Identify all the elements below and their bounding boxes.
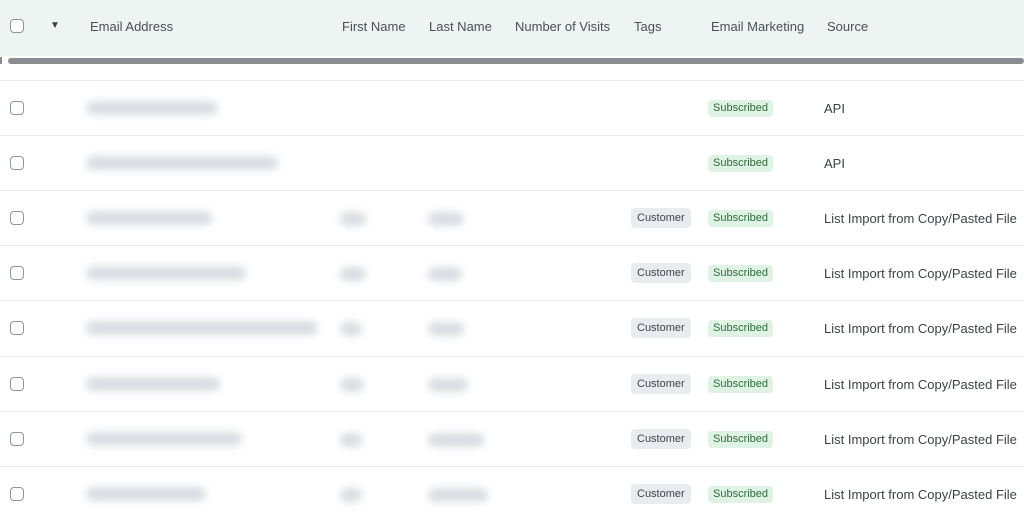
status-badge: Subscribed	[708, 265, 774, 282]
redacted-email	[86, 321, 318, 335]
row-checkbox[interactable]	[10, 266, 24, 280]
row-checkbox[interactable]	[10, 487, 24, 501]
status-badge: Subscribed	[708, 100, 774, 117]
column-header-email[interactable]: Email Address	[90, 19, 173, 34]
row-checkbox[interactable]	[10, 432, 24, 446]
table-row[interactable]: Customer Subscribed List Import from Cop…	[0, 356, 1024, 412]
status-badge: Subscribed	[708, 155, 774, 172]
table-header: ▼ Email Address First Name Last Name Num…	[0, 0, 1024, 56]
source-text: List Import from Copy/Pasted File	[824, 321, 1017, 336]
status-badge: Subscribed	[708, 376, 774, 393]
redacted-last-name	[428, 378, 468, 392]
tag-chip: Customer	[631, 263, 691, 283]
tag-chip: Customer	[631, 484, 691, 504]
redacted-last-name	[428, 322, 464, 336]
redacted-first-name	[340, 322, 362, 336]
column-header-email-marketing[interactable]: Email Marketing	[711, 19, 804, 34]
table-row[interactable]: Subscribed API	[0, 135, 1024, 191]
source-text: List Import from Copy/Pasted File	[824, 211, 1017, 226]
redacted-last-name	[428, 488, 488, 502]
source-text: List Import from Copy/Pasted File	[824, 266, 1017, 281]
redacted-first-name	[340, 433, 362, 447]
redacted-last-name	[428, 433, 484, 447]
tag-chip: Customer	[631, 429, 691, 449]
tag-chip: Customer	[631, 208, 691, 228]
redacted-email	[86, 487, 206, 501]
chevron-down-icon[interactable]: ▼	[48, 17, 62, 35]
column-header-tags[interactable]: Tags	[634, 19, 661, 34]
source-text: API	[824, 156, 845, 171]
source-text: List Import from Copy/Pasted File	[824, 377, 1017, 392]
status-badge: Subscribed	[708, 431, 774, 448]
select-all-checkbox[interactable]	[10, 19, 24, 33]
table-row[interactable]: Customer Subscribed List Import from Cop…	[0, 245, 1024, 301]
redacted-email	[86, 266, 246, 280]
table-row[interactable]: Customer Subscribed List Import from Cop…	[0, 411, 1024, 467]
redacted-email	[86, 432, 242, 446]
redacted-email	[86, 377, 220, 391]
redacted-email	[86, 156, 278, 170]
redacted-email	[86, 211, 212, 225]
status-badge: Subscribed	[708, 210, 774, 227]
row-checkbox[interactable]	[10, 156, 24, 170]
table-row[interactable]: Subscribed API	[0, 80, 1024, 136]
table-row[interactable]: Customer Subscribed List Import from Cop…	[0, 300, 1024, 356]
redacted-email	[86, 101, 218, 115]
table-row[interactable]: Customer Subscribed List Import from Cop…	[0, 466, 1024, 522]
source-text: List Import from Copy/Pasted File	[824, 487, 1017, 502]
redacted-first-name	[340, 267, 366, 281]
redacted-first-name	[340, 212, 366, 226]
tag-chip: Customer	[631, 318, 691, 338]
row-checkbox[interactable]	[10, 377, 24, 391]
column-header-first-name[interactable]: First Name	[342, 19, 406, 34]
column-header-source[interactable]: Source	[827, 19, 868, 34]
table-row[interactable]: Customer Subscribed List Import from Cop…	[0, 190, 1024, 246]
column-header-visits[interactable]: Number of Visits	[515, 19, 610, 34]
horizontal-scrollbar[interactable]	[8, 58, 1024, 64]
tag-chip: Customer	[631, 374, 691, 394]
scrollbar-left-edge	[0, 57, 2, 64]
status-badge: Subscribed	[708, 486, 774, 503]
redacted-first-name	[340, 488, 362, 502]
row-checkbox[interactable]	[10, 321, 24, 335]
redacted-last-name	[428, 267, 462, 281]
contacts-table: ▼ Email Address First Name Last Name Num…	[0, 0, 1024, 522]
status-badge: Subscribed	[708, 320, 774, 337]
row-checkbox[interactable]	[10, 101, 24, 115]
source-text: API	[824, 101, 845, 116]
source-text: List Import from Copy/Pasted File	[824, 432, 1017, 447]
redacted-last-name	[428, 212, 464, 226]
row-checkbox[interactable]	[10, 211, 24, 225]
column-header-last-name[interactable]: Last Name	[429, 19, 492, 34]
redacted-first-name	[340, 378, 364, 392]
